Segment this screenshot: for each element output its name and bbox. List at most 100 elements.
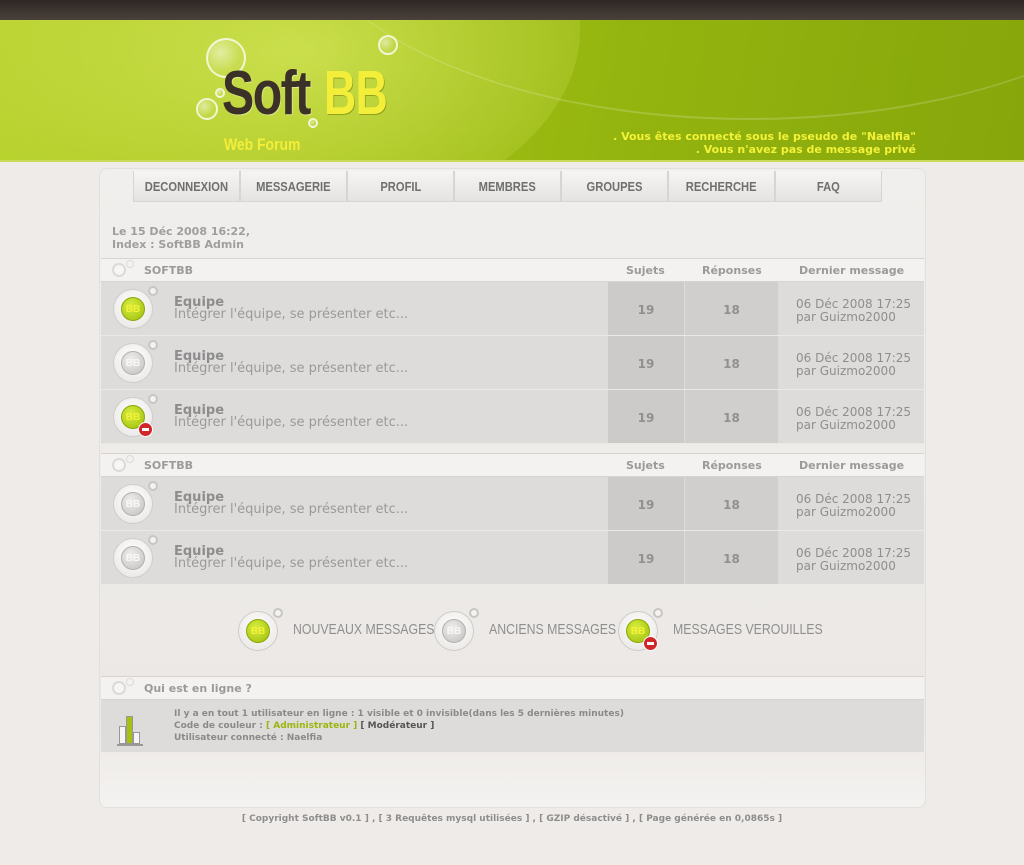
bubble-icon [148, 481, 158, 491]
col-topics: Sujets [626, 264, 665, 277]
date-breadcrumb: Le 15 Déc 2008 16:22, Index : SoftBB Adm… [112, 225, 250, 251]
icon-core: BB [121, 351, 145, 375]
table-header: SOFTBB Sujets Réponses Dernier message [101, 453, 924, 477]
nav-label: RECHERCHE [686, 178, 757, 194]
nav-label: DECONNEXION [144, 178, 229, 194]
color-code-line: Code de couleur : [ Administrateur ] [ M… [174, 720, 624, 732]
old-messages-icon: BB [113, 481, 158, 524]
logo-subtitle: Web Forum [224, 135, 301, 154]
last-message: 06 Déc 2008 17:25 par Guizmo2000 [796, 547, 911, 573]
logo-bubble-icon [378, 35, 398, 55]
reply-count: 18 [723, 498, 740, 512]
category-title[interactable]: SOFTBB [144, 459, 193, 472]
old-messages-icon: BB [113, 535, 158, 578]
logo-soft: Soft [222, 59, 311, 128]
last-message-author[interactable]: par Guizmo2000 [796, 364, 896, 378]
topic-count: 19 [637, 498, 655, 512]
current-date: Le 15 Déc 2008 16:22, [112, 225, 251, 238]
table-header: SOFTBB Sujets Réponses Dernier message [101, 258, 924, 282]
online-title: Qui est en ligne ? [144, 682, 252, 695]
bubble-icon [653, 608, 663, 618]
old-messages-icon: BB [113, 340, 158, 383]
bubble-icon [148, 286, 158, 296]
login-status: . Vous êtes connecté sous le pseudo de "… [613, 130, 916, 143]
nav-membres[interactable]: MEMBRES [454, 171, 561, 202]
col-topics: Sujets [626, 459, 665, 472]
col-last-message: Dernier message [799, 459, 905, 472]
forum-table: SOFTBB Sujets Réponses Dernier message B… [101, 258, 924, 444]
last-message-author[interactable]: par Guizmo2000 [796, 559, 896, 573]
reply-count: 18 [723, 357, 740, 371]
forum-description: Intégrer l'équipe, se présenter etc... [174, 307, 409, 322]
top-strip [0, 0, 1024, 20]
nav-groupes[interactable]: GROUPES [561, 171, 668, 202]
col-replies: Réponses [702, 264, 762, 277]
icon-core: BB [121, 546, 145, 570]
topic-count: 19 [637, 357, 655, 371]
reply-count: 18 [723, 411, 740, 425]
forum-row: BB Equipe Intégrer l'équipe, se présente… [101, 477, 924, 531]
admin-legend: [ Administrateur ] [265, 721, 358, 731]
nav-profil[interactable]: PROFIL [347, 171, 454, 202]
nav-label: MESSAGERIE [256, 178, 331, 194]
breadcrumb-index-link[interactable]: Index : SoftBB Admin [112, 238, 244, 251]
locked-messages-icon: BB [113, 394, 158, 437]
stats-chart-icon [117, 708, 143, 746]
nav-deconnexion[interactable]: DECONNEXION [133, 171, 240, 202]
category-bubble-icon [112, 455, 134, 472]
last-message: 06 Déc 2008 17:25 par Guizmo2000 [796, 352, 911, 378]
bar-icon-part [119, 726, 126, 744]
icon-core: BB [121, 297, 145, 321]
last-message: 06 Déc 2008 17:25 par Guizmo2000 [796, 493, 911, 519]
forum-row: BB Equipe Intégrer l'équipe, se présente… [101, 282, 924, 336]
old-messages-icon: BB [434, 608, 479, 651]
reply-count: 18 [723, 303, 740, 317]
forum-description: Intégrer l'équipe, se présenter etc... [174, 502, 409, 517]
moderator-legend: [ Modérateur ] [360, 721, 435, 731]
icon-core: BB [246, 619, 270, 643]
bar-icon-base [117, 744, 143, 746]
logo-bubble-icon [196, 98, 218, 120]
logo-bb: BB [324, 59, 388, 128]
bar-icon-part [133, 732, 140, 744]
bar-icon-part [126, 716, 133, 744]
online-header: Qui est en ligne ? [101, 676, 924, 700]
icon-legend: BB NOUVEAUX MESSAGES BB ANCIENS MESSAGES… [100, 608, 927, 653]
topic-count: 19 [637, 552, 655, 566]
who-is-online: Qui est en ligne ? Il y a en tout 1 util… [101, 676, 924, 752]
forum-row: BB Equipe Intégrer l'équipe, se présente… [101, 336, 924, 390]
bubble-icon [148, 535, 158, 545]
online-bubble-icon [112, 678, 134, 695]
nav-label: GROUPES [586, 178, 643, 194]
forum-row: BB Equipe Intégrer l'équipe, se présente… [101, 390, 924, 444]
nav-recherche[interactable]: RECHERCHE [668, 171, 775, 202]
last-message-author[interactable]: par Guizmo2000 [796, 505, 896, 519]
nav-messagerie[interactable]: MESSAGERIE [240, 171, 347, 202]
nav-label: PROFIL [379, 178, 421, 194]
forum-row: BB Equipe Intégrer l'équipe, se présente… [101, 531, 924, 585]
nav-faq[interactable]: FAQ [775, 171, 882, 202]
icon-core: BB [121, 492, 145, 516]
main-nav: DECONNEXION MESSAGERIE PROFIL MEMBRES GR… [133, 171, 893, 203]
last-message: 06 Déc 2008 17:25 par Guizmo2000 [796, 298, 911, 324]
category-bubble-icon [112, 260, 134, 277]
forum-description: Intégrer l'équipe, se présenter etc... [174, 361, 409, 376]
col-last-message: Dernier message [799, 264, 905, 277]
connected-user: Utilisateur connecté : Naelfia [174, 733, 323, 743]
color-code-label: Code de couleur : [174, 721, 263, 731]
last-message-author[interactable]: par Guizmo2000 [796, 310, 896, 324]
forum-description: Intégrer l'équipe, se présenter etc... [174, 556, 409, 571]
pm-status: . Vous n'avez pas de message privé [695, 143, 916, 156]
online-body: Il y a en tout 1 utilisateur en ligne : … [101, 700, 924, 752]
no-entry-icon [138, 422, 153, 437]
nav-label: FAQ [816, 178, 840, 194]
page-footer: [ Copyright SoftBB v0.1 ] , [ 3 Requêtes… [241, 814, 783, 824]
user-status: . Vous êtes connecté sous le pseudo de "… [613, 130, 916, 156]
bubble-icon [273, 608, 283, 618]
online-text: Il y a en tout 1 utilisateur en ligne : … [174, 708, 624, 744]
category-title[interactable]: SOFTBB [144, 264, 193, 277]
forum-table: SOFTBB Sujets Réponses Dernier message B… [101, 453, 924, 585]
legend-new-label: NOUVEAUX MESSAGES [293, 621, 435, 638]
site-header: Soft BB Web Forum . Vous êtes connecté s… [0, 20, 1024, 162]
last-message-author[interactable]: par Guizmo2000 [796, 418, 896, 432]
